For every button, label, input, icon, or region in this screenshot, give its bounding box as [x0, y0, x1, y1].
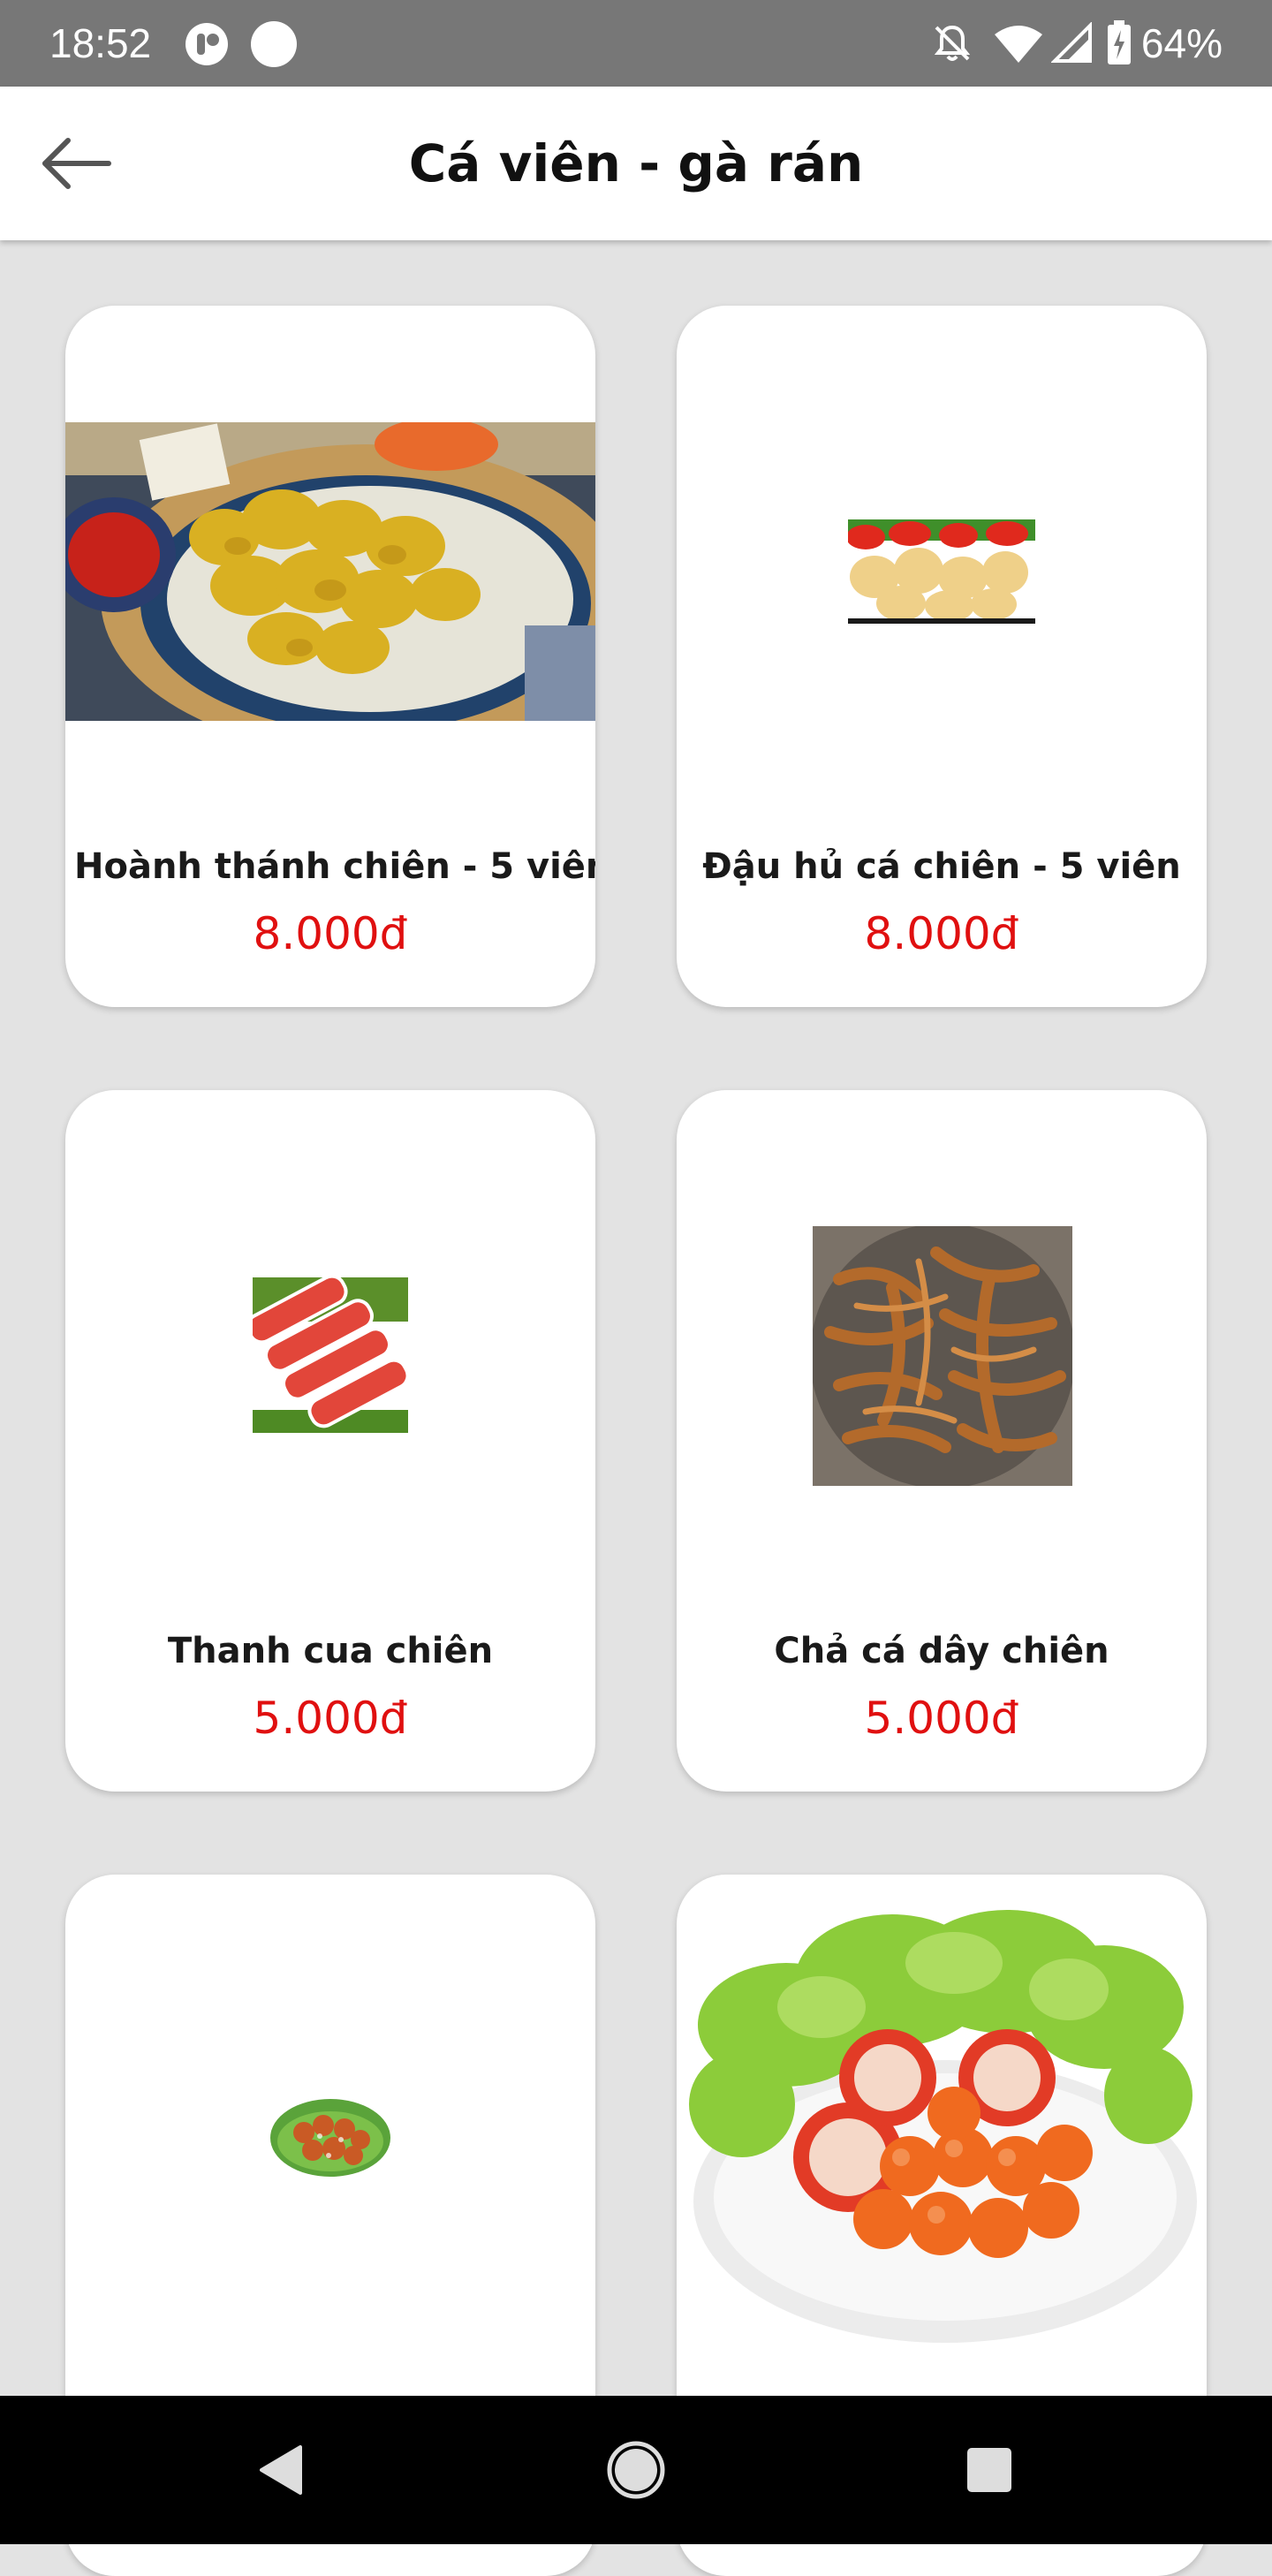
nav-recents-button[interactable]	[954, 2435, 1025, 2505]
page-title: Cá viên - gà rán	[408, 133, 864, 193]
app-notification-icon	[186, 23, 228, 65]
wifi-icon	[994, 26, 1042, 63]
product-image-fried-fish-strips	[813, 1226, 1072, 1486]
system-navigation-bar	[0, 2396, 1272, 2544]
home-circle-icon	[607, 2441, 665, 2499]
nav-back-button[interactable]	[246, 2435, 316, 2505]
product-card[interactable]: Chả cá dây chiên 5.000đ	[677, 1090, 1207, 1792]
product-image-fried-wonton	[65, 422, 595, 721]
nav-home-button[interactable]	[601, 2435, 671, 2505]
product-name: Hoành thánh chiên - 5 viên	[74, 846, 595, 887]
product-price: 5.000đ	[864, 1693, 1019, 1744]
arrow-left-icon	[42, 138, 111, 189]
product-card[interactable]: Hoành thánh chiên - 5 viên 8.000đ	[65, 306, 595, 1007]
product-name: Chả cá dây chiên	[774, 1631, 1109, 1671]
status-bar: 18:52 64%	[0, 0, 1272, 87]
product-card[interactable]: Thanh cua chiên 5.000đ	[65, 1090, 595, 1792]
product-image-fried-meatballs	[269, 2087, 392, 2184]
bell-off-icon	[934, 25, 971, 61]
battery-icon	[1107, 20, 1131, 64]
status-right-icons: 64%	[931, 16, 1223, 71]
product-price: 5.000đ	[253, 1693, 408, 1744]
app-bar: Cá viên - gà rán	[0, 87, 1272, 240]
product-card[interactable]: Đậu hủ cá chiên - 5 viên 8.000đ	[677, 306, 1207, 1007]
product-image-fried-fish-tofu	[848, 519, 1035, 624]
product-price: 8.000đ	[253, 908, 408, 959]
recents-square-icon	[967, 2448, 1011, 2492]
back-button[interactable]	[32, 125, 122, 202]
product-name: Đậu hủ cá chiên - 5 viên	[702, 846, 1181, 887]
circle-notification-icon	[251, 21, 297, 67]
status-time: 18:52	[49, 20, 152, 66]
signal-icon	[1050, 22, 1092, 63]
product-image-fried-fish-balls	[689, 1901, 1200, 2378]
product-name: Thanh cua chiên	[167, 1631, 494, 1671]
battery-percentage: 64%	[1140, 20, 1223, 66]
back-triangle-icon	[260, 2445, 302, 2495]
product-price: 8.000đ	[864, 908, 1019, 959]
product-image-crab-stick	[253, 1277, 408, 1433]
